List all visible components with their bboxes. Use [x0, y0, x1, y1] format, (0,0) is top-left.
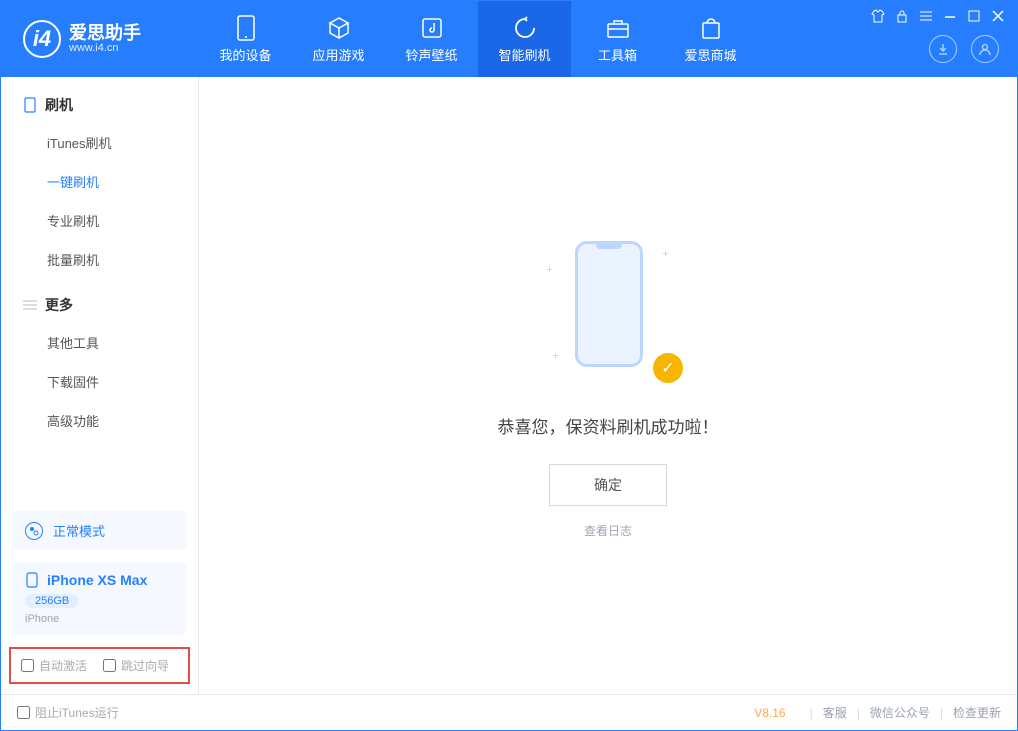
device-icon — [25, 573, 39, 587]
sidebar-item-batch[interactable]: 批量刷机 — [1, 240, 198, 279]
sidebar-item-itunes[interactable]: iTunes刷机 — [1, 123, 198, 162]
lock-icon[interactable] — [895, 9, 909, 23]
footer-link-service[interactable]: 客服 — [823, 704, 847, 721]
refresh-icon — [512, 15, 538, 41]
sidebar-group-flash: 刷机 — [1, 95, 198, 115]
block-itunes-checkbox[interactable]: 阻止iTunes运行 — [17, 704, 119, 721]
option-label: 自动激活 — [39, 657, 87, 674]
tab-store[interactable]: 爱思商城 — [664, 1, 757, 77]
tab-apps[interactable]: 应用游戏 — [292, 1, 385, 77]
app-url: www.i4.cn — [69, 42, 141, 54]
device-card[interactable]: iPhone XS Max 256GB iPhone — [13, 562, 186, 635]
window-controls — [871, 9, 1005, 23]
user-button[interactable] — [971, 35, 999, 63]
view-log-link[interactable]: 查看日志 — [584, 522, 632, 539]
version-label: V8.16 — [754, 706, 785, 720]
cube-icon — [326, 15, 352, 41]
close-icon[interactable] — [991, 9, 1005, 23]
bag-icon — [698, 15, 724, 41]
block-itunes-label: 阻止iTunes运行 — [35, 704, 119, 721]
sidebar-group-title: 更多 — [45, 295, 73, 315]
footer-link-update[interactable]: 检查更新 — [953, 704, 1001, 721]
sidebar-item-pro[interactable]: 专业刷机 — [1, 201, 198, 240]
body: 刷机 iTunes刷机 一键刷机 专业刷机 批量刷机 更多 其他工具 下载固件 … — [1, 77, 1017, 694]
sidebar-item-firmware[interactable]: 下载固件 — [1, 362, 198, 401]
mode-card[interactable]: 正常模式 — [13, 511, 186, 550]
device-name: iPhone XS Max — [47, 572, 147, 588]
skip-guide-checkbox[interactable]: 跳过向导 — [103, 657, 169, 674]
sidebar-item-oneclick[interactable]: 一键刷机 — [1, 162, 198, 201]
tab-label: 我的设备 — [219, 45, 271, 64]
footer-link-wechat[interactable]: 微信公众号 — [870, 704, 930, 721]
success-illustration: ✓ — [533, 233, 683, 393]
phone-icon — [233, 15, 259, 41]
logo[interactable]: i4 爱思助手 www.i4.cn — [1, 20, 199, 58]
tab-label: 铃声壁纸 — [405, 45, 457, 64]
ok-button[interactable]: 确定 — [549, 464, 667, 506]
sidebar: 刷机 iTunes刷机 一键刷机 专业刷机 批量刷机 更多 其他工具 下载固件 … — [1, 77, 199, 694]
shirt-icon[interactable] — [871, 9, 885, 23]
app-name: 爱思助手 — [69, 24, 141, 42]
auto-activate-checkbox[interactable]: 自动激活 — [21, 657, 87, 674]
tab-flash[interactable]: 智能刷机 — [478, 1, 571, 77]
tab-device[interactable]: 我的设备 — [199, 1, 292, 77]
maximize-icon[interactable] — [967, 9, 981, 23]
header-actions — [929, 35, 999, 63]
sidebar-item-othertools[interactable]: 其他工具 — [1, 323, 198, 362]
mode-icon — [25, 522, 43, 540]
app-window: i4 爱思助手 www.i4.cn 我的设备 应用游戏 铃声壁纸 智能刷机 — [0, 0, 1018, 731]
note-icon — [419, 15, 445, 41]
phone-icon — [23, 98, 37, 112]
more-icon — [23, 298, 37, 312]
tab-toolbox[interactable]: 工具箱 — [571, 1, 664, 77]
option-label: 跳过向导 — [121, 657, 169, 674]
device-capacity: 256GB — [25, 594, 79, 608]
sidebar-group-more: 更多 — [1, 295, 198, 315]
logo-icon: i4 — [23, 20, 61, 58]
tab-label: 应用游戏 — [312, 45, 364, 64]
menu-icon[interactable] — [919, 9, 933, 23]
minimize-icon[interactable] — [943, 9, 957, 23]
success-message: 恭喜您，保资料刷机成功啦！ — [498, 413, 719, 438]
sidebar-group-title: 刷机 — [45, 95, 73, 115]
sidebar-item-advanced[interactable]: 高级功能 — [1, 401, 198, 440]
tab-label: 智能刷机 — [498, 45, 550, 64]
mode-label: 正常模式 — [53, 521, 105, 540]
options-highlight: 自动激活 跳过向导 — [9, 647, 190, 684]
header: i4 爱思助手 www.i4.cn 我的设备 应用游戏 铃声壁纸 智能刷机 — [1, 1, 1017, 77]
check-icon: ✓ — [653, 353, 683, 383]
tab-label: 工具箱 — [598, 45, 637, 64]
footer: 阻止iTunes运行 V8.16 | 客服 | 微信公众号 | 检查更新 — [1, 694, 1017, 730]
device-type: iPhone — [25, 613, 174, 625]
tab-label: 爱思商城 — [684, 45, 736, 64]
toolbox-icon — [605, 15, 631, 41]
main-content: ✓ 恭喜您，保资料刷机成功啦！ 确定 查看日志 — [199, 77, 1017, 694]
tab-ringtone[interactable]: 铃声壁纸 — [385, 1, 478, 77]
download-button[interactable] — [929, 35, 957, 63]
